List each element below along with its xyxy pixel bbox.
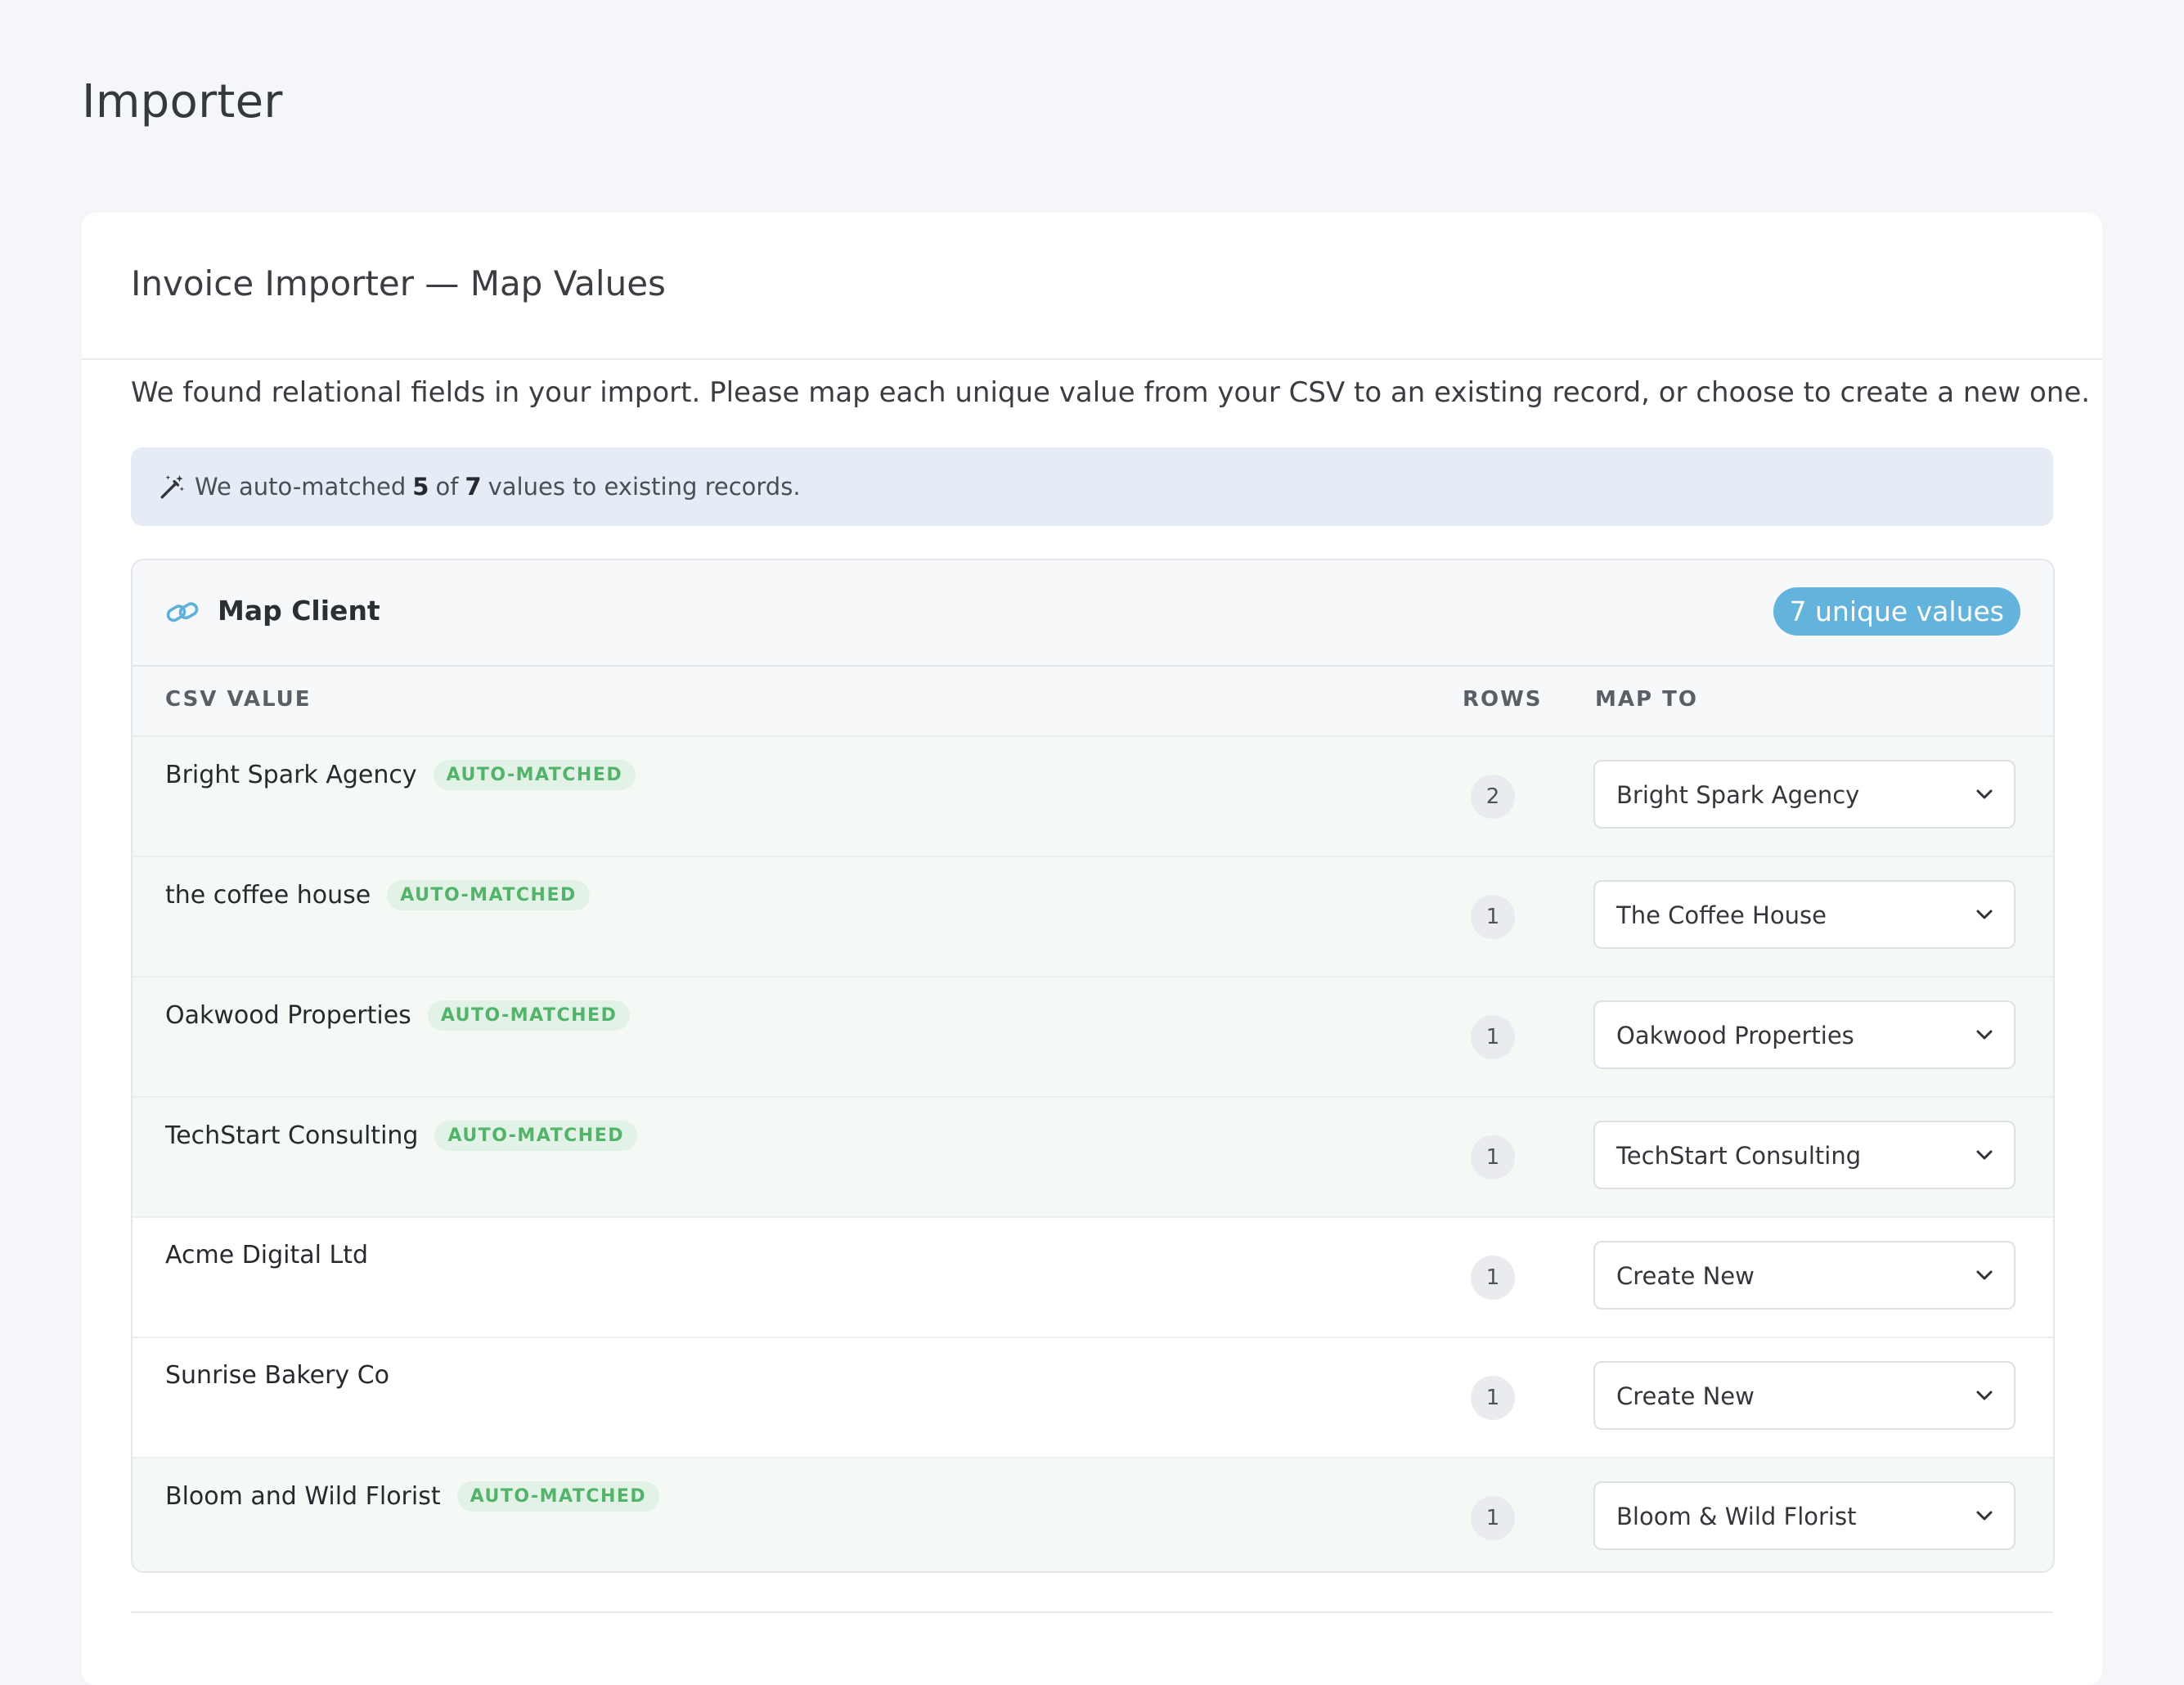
chevron-down-icon (1976, 1150, 1993, 1160)
csv-value-cell: Bloom and Wild Florist AUTO-MATCHED (165, 1481, 660, 1512)
auto-matched-badge: AUTO-MATCHED (433, 760, 636, 790)
row-count-badge: 1 (1471, 1496, 1515, 1540)
auto-matched-badge: AUTO-MATCHED (434, 1121, 637, 1151)
page-title: Importer (82, 75, 283, 128)
row-count-badge: 1 (1471, 1015, 1515, 1059)
csv-value-cell: Oakwood Properties AUTO-MATCHED (165, 1000, 631, 1031)
auto-matched-badge: AUTO-MATCHED (387, 880, 590, 910)
map-to-select[interactable]: Oakwood Properties (1593, 1000, 2015, 1069)
table-row: the coffee house AUTO-MATCHED 1 The Coff… (133, 857, 2053, 977)
auto-matched-badge: AUTO-MATCHED (427, 1000, 631, 1031)
map-to-select[interactable]: TechStart Consulting (1593, 1121, 2015, 1189)
csv-value: Sunrise Bakery Co (165, 1361, 390, 1390)
magic-wand-icon (160, 474, 185, 499)
column-header-rows: ROWS (1463, 687, 1543, 712)
row-count-badge: 1 (1471, 1376, 1515, 1420)
map-to-select[interactable]: The Coffee House (1593, 880, 2015, 949)
importer-card: Invoice Importer — Map Values We found r… (82, 213, 2102, 1685)
alert-prefix: We auto-matched (195, 473, 407, 501)
column-header-csv-value: CSV VALUE (165, 687, 312, 712)
chevron-down-icon (1976, 789, 1993, 799)
map-client-panel: Map Client 7 unique values CSV VALUE ROW… (131, 559, 2055, 1573)
map-to-selected-value: TechStart Consulting (1616, 1142, 1862, 1170)
map-to-selected-value: Oakwood Properties (1616, 1022, 1854, 1049)
csv-value: TechStart Consulting (165, 1121, 419, 1150)
csv-value: Bloom and Wild Florist (165, 1482, 441, 1511)
csv-value: Acme Digital Ltd (165, 1241, 369, 1269)
map-to-selected-value: Create New (1616, 1382, 1755, 1410)
divider (131, 1611, 2053, 1613)
table-row: TechStart Consulting AUTO-MATCHED 1 Tech… (133, 1098, 2053, 1218)
column-header-map-to: MAP TO (1595, 687, 1698, 712)
alert-matched-count: 5 (412, 473, 429, 501)
chevron-down-icon (1976, 1511, 1993, 1521)
map-to-selected-value: Bloom & Wild Florist (1616, 1503, 1857, 1530)
table-row: Oakwood Properties AUTO-MATCHED 1 Oakwoo… (133, 977, 2053, 1098)
table-row: Bloom and Wild Florist AUTO-MATCHED 1 Bl… (133, 1458, 2053, 1571)
csv-value-cell: TechStart Consulting AUTO-MATCHED (165, 1121, 637, 1151)
csv-value: Bright Spark Agency (165, 761, 417, 789)
row-count-badge: 1 (1471, 1256, 1515, 1300)
map-to-selected-value: Bright Spark Agency (1616, 781, 1860, 809)
row-count-badge: 1 (1471, 895, 1515, 939)
table-header: CSV VALUE ROWS MAP TO (133, 667, 2053, 737)
csv-value: the coffee house (165, 881, 371, 910)
chevron-down-icon (1976, 1391, 1993, 1400)
csv-value-cell: Sunrise Bakery Co (165, 1361, 389, 1390)
map-to-select[interactable]: Create New (1593, 1361, 2015, 1430)
alert-suffix: values to existing records. (488, 473, 801, 501)
map-to-select[interactable]: Create New (1593, 1241, 2015, 1310)
card-header: Invoice Importer — Map Values (82, 213, 2102, 360)
chevron-down-icon (1976, 910, 1993, 919)
table-row: Bright Spark Agency AUTO-MATCHED 2 Brigh… (133, 737, 2053, 857)
chevron-down-icon (1976, 1270, 1993, 1280)
csv-value: Oakwood Properties (165, 1001, 411, 1030)
map-to-selected-value: The Coffee House (1616, 901, 1827, 929)
link-icon (166, 602, 199, 622)
csv-value-cell: the coffee house AUTO-MATCHED (165, 880, 590, 910)
card-title: Invoice Importer — Map Values (131, 263, 666, 303)
csv-value-cell: Bright Spark Agency AUTO-MATCHED (165, 760, 636, 790)
row-count-badge: 1 (1471, 1135, 1515, 1180)
intro-text: We found relational fields in your impor… (131, 376, 2091, 409)
auto-matched-badge: AUTO-MATCHED (456, 1481, 660, 1512)
map-to-select[interactable]: Bright Spark Agency (1593, 760, 2015, 829)
mapping-table-body: Bright Spark Agency AUTO-MATCHED 2 Brigh… (133, 737, 2053, 1571)
unique-values-badge: 7 unique values (1773, 587, 2020, 636)
auto-match-alert: We auto-matched 5 of 7 values to existin… (131, 447, 2053, 526)
map-to-select[interactable]: Bloom & Wild Florist (1593, 1481, 2015, 1550)
chevron-down-icon (1976, 1030, 1993, 1040)
csv-value-cell: Acme Digital Ltd (165, 1241, 368, 1269)
alert-total-count: 7 (465, 473, 482, 501)
panel-header: Map Client 7 unique values (133, 560, 2053, 667)
map-to-selected-value: Create New (1616, 1262, 1755, 1290)
panel-title: Map Client (218, 595, 380, 627)
alert-middle: of (435, 473, 459, 501)
row-count-badge: 2 (1471, 775, 1515, 819)
table-row: Sunrise Bakery Co 1 Create New (133, 1338, 2053, 1458)
table-row: Acme Digital Ltd 1 Create New (133, 1218, 2053, 1338)
